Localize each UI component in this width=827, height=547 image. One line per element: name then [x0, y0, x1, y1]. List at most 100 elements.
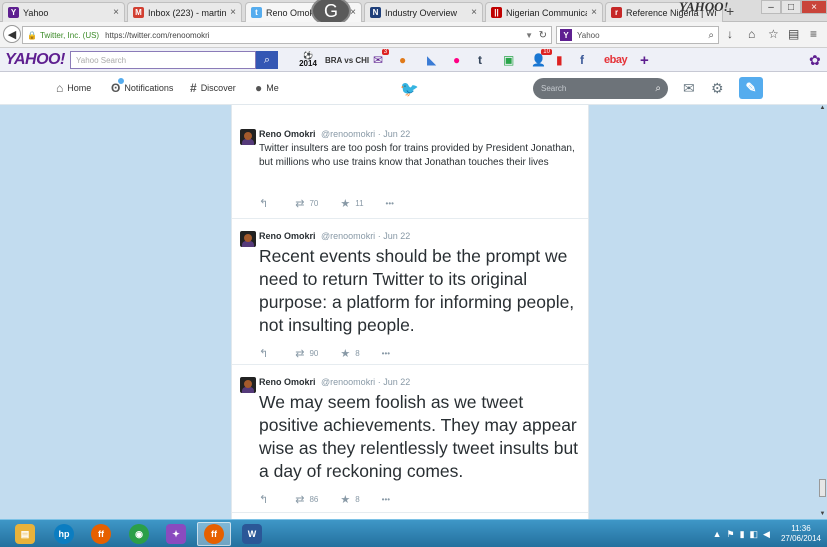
author-name[interactable]: Reno Omokri	[259, 377, 316, 387]
tab-gmail-inbox[interactable]: M Inbox (223) - martinekp... ×	[127, 2, 242, 22]
people-icon[interactable]: 👤 10	[531, 49, 552, 68]
browser-search-box[interactable]: Y Yahoo ⌕	[556, 26, 719, 44]
taskbar-hp[interactable]: hp	[47, 522, 81, 546]
tweet-date[interactable]: Jun 22	[383, 129, 410, 139]
taskbar-word[interactable]: W	[235, 522, 269, 546]
network-icon[interactable]: ◧	[750, 529, 759, 540]
author-name[interactable]: Reno Omokri	[259, 231, 316, 241]
favorite-button[interactable]: ★ 8	[340, 347, 359, 360]
reply-button[interactable]: ↰	[259, 197, 273, 210]
nav-discover[interactable]: # Discover	[190, 81, 236, 95]
answers-icon[interactable]: ▣	[503, 52, 514, 68]
tweet[interactable]: Reno Omokri @renoomokri · Jun 22 Twitter…	[232, 105, 588, 219]
tab-close-icon[interactable]: ×	[591, 7, 597, 18]
settings-gear-icon[interactable]: ✿	[809, 52, 821, 68]
facebook-icon[interactable]: f	[580, 52, 584, 68]
author-handle[interactable]: @renoomokri	[321, 129, 375, 139]
tweet-text: Twitter insulters are too posh for train…	[259, 143, 575, 168]
maximize-button[interactable]: □	[781, 0, 801, 14]
author-name[interactable]: Reno Omokri	[259, 129, 316, 139]
url-bar[interactable]: 🔒 Twitter, Inc. (US) https://twitter.com…	[22, 26, 552, 44]
world-cup-widget[interactable]: ⚽ 2014	[297, 52, 319, 68]
more-options-button[interactable]: •••	[382, 495, 390, 504]
close-window-button[interactable]: ×	[801, 0, 827, 14]
twitter-search-input[interactable]: Search ⌕	[533, 78, 668, 99]
scroll-up-arrow-icon[interactable]: ▲	[819, 105, 826, 112]
twitter-bird-icon[interactable]: 🐦	[400, 80, 419, 98]
favorite-button[interactable]: ★ 8	[340, 493, 359, 506]
site-identity[interactable]: Twitter, Inc. (US)	[40, 31, 99, 40]
finance-chart-icon[interactable]: ◣	[427, 52, 436, 68]
yahoo-search-input[interactable]: Yahoo Search	[70, 51, 256, 69]
minimize-button[interactable]: –	[761, 0, 781, 14]
tumblr-icon[interactable]: t	[478, 52, 482, 68]
taskbar-firefox-active[interactable]: ff	[197, 522, 231, 546]
scroll-down-arrow-icon[interactable]: ▼	[819, 511, 826, 518]
tweet-date[interactable]: Jun 22	[383, 231, 410, 241]
url-text[interactable]: https://twitter.com/renoomokri	[105, 31, 209, 40]
more-options-button[interactable]: •••	[382, 349, 390, 358]
tab-close-icon[interactable]: ×	[471, 7, 477, 18]
nav-home[interactable]: ⌂ Home	[56, 81, 91, 95]
reply-button[interactable]: ↰	[259, 347, 273, 360]
tweet[interactable]: Reno Omokri @renoomokri · Jun 22 Recent …	[232, 219, 588, 365]
nav-me[interactable]: ● Me	[255, 81, 279, 95]
tab-yahoo[interactable]: Y Yahoo ×	[2, 2, 125, 22]
basketball-icon[interactable]: ●	[399, 52, 406, 68]
reload-icon[interactable]: ↻	[539, 30, 547, 41]
match-score[interactable]: BRA vs CHI	[325, 52, 369, 68]
tab-close-icon[interactable]: ×	[230, 7, 236, 18]
bookmark-star-icon[interactable]: ☆	[768, 27, 779, 41]
compose-tweet-button[interactable]: ✎	[739, 77, 763, 99]
taskbar-clock[interactable]: 11:36 27/06/2014	[781, 524, 821, 544]
vertical-scrollbar[interactable]: ▲ ▼	[818, 105, 827, 519]
retweet-button[interactable]: ⇄ 90	[295, 347, 318, 360]
yahoo-logo[interactable]: YAHOO!	[5, 51, 65, 69]
reader-icon[interactable]: ▤	[788, 27, 799, 41]
more-options-button[interactable]: •••	[386, 199, 394, 208]
tab-nigerian-communications[interactable]: || Nigerian Communicatio... ×	[485, 2, 603, 22]
volume-icon[interactable]: ◀	[763, 529, 770, 540]
clock-time: 11:36	[791, 524, 811, 533]
yahoo-search-engine-icon[interactable]: Y	[560, 29, 572, 41]
menu-icon[interactable]: ≡	[810, 27, 817, 41]
taskbar-purple-app[interactable]: ✦	[159, 522, 193, 546]
show-hidden-icons-icon[interactable]: ▲	[713, 529, 722, 539]
ebay-link[interactable]: ebay	[604, 52, 628, 68]
add-more-icon[interactable]: +	[640, 52, 649, 69]
tab-industry-overview[interactable]: N Industry Overview ×	[364, 2, 483, 22]
scrollbar-thumb[interactable]	[819, 479, 826, 497]
action-center-flag-icon[interactable]: ⚑	[726, 529, 734, 540]
author-handle[interactable]: @renoomokri	[321, 231, 375, 241]
url-dropdown-icon[interactable]: ▼	[525, 31, 533, 40]
tweet[interactable]: Reno Omokri @renoomokri · Jun 22 We may …	[232, 365, 588, 513]
taskbar-file-explorer[interactable]: ▤	[8, 522, 42, 546]
favorite-button[interactable]: ★ 11	[340, 197, 363, 210]
reply-button[interactable]: ↰	[259, 493, 273, 506]
taskbar-chrome[interactable]: ◉	[122, 522, 156, 546]
settings-gear-icon[interactable]: ⚙	[711, 80, 724, 97]
yahoo-search-button[interactable]: ⌕	[256, 51, 278, 69]
tab-close-icon[interactable]: ×	[350, 7, 356, 18]
avatar[interactable]	[240, 231, 256, 247]
home-icon[interactable]: ⌂	[748, 27, 755, 41]
back-button[interactable]: ◀	[3, 25, 21, 43]
bookmark-icon[interactable]: ▮	[556, 52, 563, 68]
new-tab-button[interactable]: +	[726, 3, 734, 19]
avatar[interactable]	[240, 377, 256, 393]
mail-icon[interactable]: ✉ 3	[373, 49, 390, 68]
taskbar-firefox[interactable]: ff	[84, 522, 118, 546]
direct-messages-icon[interactable]: ✉	[683, 80, 695, 97]
avatar[interactable]	[240, 129, 256, 145]
favorite-star-icon: ★	[340, 494, 351, 506]
author-handle[interactable]: @renoomokri	[321, 377, 375, 387]
retweet-button[interactable]: ⇄ 70	[295, 197, 318, 210]
search-icon[interactable]: ⌕	[655, 83, 661, 94]
tab-close-icon[interactable]: ×	[113, 7, 119, 18]
retweet-button[interactable]: ⇄ 86	[295, 493, 318, 506]
flickr-icon[interactable]: ●	[453, 52, 460, 68]
search-icon[interactable]: ⌕	[708, 30, 714, 41]
signal-icon[interactable]: ▮	[740, 529, 745, 540]
tweet-date[interactable]: Jun 22	[383, 377, 410, 387]
download-icon[interactable]: ↓	[727, 27, 733, 41]
